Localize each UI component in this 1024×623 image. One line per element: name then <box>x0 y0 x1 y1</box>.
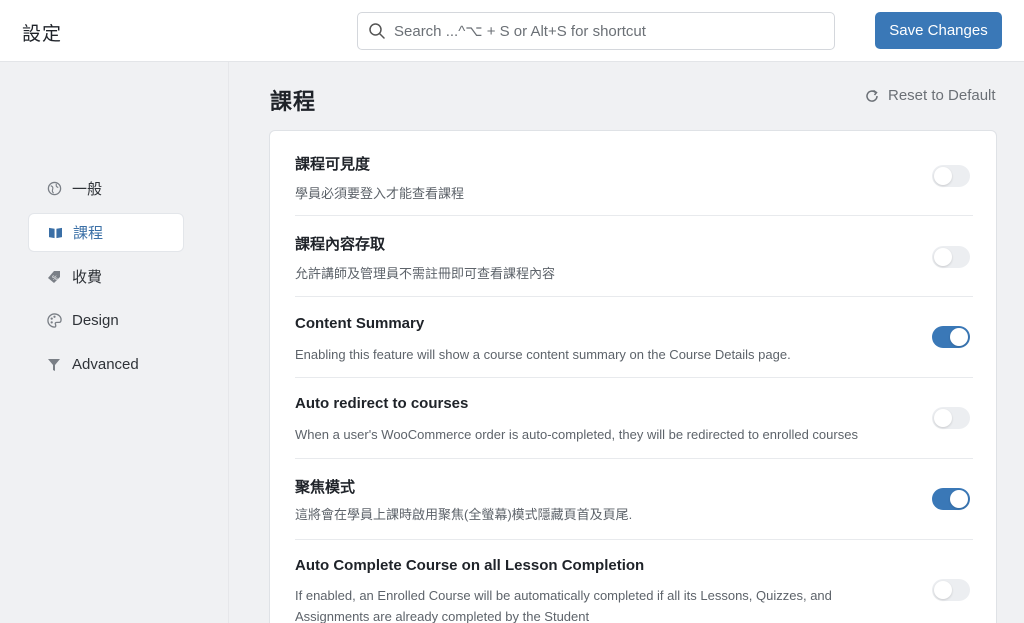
toggle-knob <box>950 490 968 508</box>
setting-label: Auto redirect to courses <box>295 395 469 412</box>
settings-card: 課程可見度 學員必須要登入才能查看課程 課程內容存取 允許講師及管理員不需註冊即… <box>269 130 997 623</box>
sidebar-item-label: Advanced <box>72 356 139 373</box>
course-visibility-toggle[interactable] <box>932 165 970 187</box>
toggle-knob <box>934 581 952 599</box>
reset-label: Reset to Default <box>888 87 996 104</box>
search-icon <box>368 22 386 40</box>
toggle-knob <box>934 409 952 427</box>
setting-label: 課程內容存取 <box>295 236 386 253</box>
setting-row-focus-mode: 聚焦模式 這將會在學員上課時啟用聚焦(全螢幕)模式隱藏頁首及頁尾. <box>295 459 973 540</box>
book-icon <box>47 225 63 241</box>
setting-description: When a user's WooCommerce order is auto-… <box>295 427 858 442</box>
toggle-knob <box>934 248 952 266</box>
toggle-knob <box>950 328 968 346</box>
filter-icon <box>46 357 62 373</box>
svg-text:%: % <box>52 275 58 282</box>
setting-description: 允許講師及管理員不需註冊即可查看課程內容 <box>295 266 556 281</box>
setting-description: 學員必須要登入才能查看課程 <box>295 186 465 201</box>
sidebar-item-general[interactable]: 一般 <box>28 169 184 208</box>
setting-label: Content Summary <box>295 315 425 332</box>
sidebar-item-design[interactable]: Design <box>28 301 184 340</box>
search-input[interactable] <box>394 14 824 48</box>
sidebar: 一般 課程 % 收費 Design Advanced <box>0 62 229 623</box>
sidebar-item-advanced[interactable]: Advanced <box>28 345 184 384</box>
setting-label: Auto Complete Course on all Lesson Compl… <box>295 557 645 574</box>
setting-row-content-summary: Content Summary Enabling this feature wi… <box>295 297 973 378</box>
refresh-icon <box>866 89 878 102</box>
focus-mode-toggle[interactable] <box>932 488 970 510</box>
sidebar-item-label: 一般 <box>72 181 103 198</box>
app-title: 設定 <box>22 24 63 45</box>
setting-description: 這將會在學員上課時啟用聚焦(全螢幕)模式隱藏頁首及頁尾. <box>295 507 633 522</box>
globe-icon <box>46 181 62 197</box>
auto-complete-course-toggle[interactable] <box>932 579 970 601</box>
setting-label: 聚焦模式 <box>295 479 356 496</box>
content-summary-toggle[interactable] <box>932 326 970 348</box>
course-content-access-toggle[interactable] <box>932 246 970 268</box>
sidebar-item-label: 收費 <box>72 269 103 286</box>
palette-icon <box>46 313 62 329</box>
price-tag-icon: % <box>46 269 62 285</box>
setting-row-auto-complete-course: Auto Complete Course on all Lesson Compl… <box>295 540 973 623</box>
setting-row-auto-redirect: Auto redirect to courses When a user's W… <box>295 378 973 459</box>
auto-redirect-toggle[interactable] <box>932 407 970 429</box>
sidebar-item-pricing[interactable]: % 收費 <box>28 257 184 296</box>
reset-to-default-button[interactable]: Reset to Default <box>864 87 996 104</box>
sidebar-item-label: Design <box>72 312 119 329</box>
setting-row-course-visibility: 課程可見度 學員必須要登入才能查看課程 <box>295 131 973 216</box>
save-changes-button[interactable]: Save Changes <box>875 12 1002 49</box>
search-box[interactable] <box>357 12 835 50</box>
setting-description: Enabling this feature will show a course… <box>295 347 791 362</box>
setting-label: 課程可見度 <box>295 156 371 173</box>
setting-row-course-content-access: 課程內容存取 允許講師及管理員不需註冊即可查看課程內容 <box>295 216 973 297</box>
sidebar-item-label: 課程 <box>73 225 104 242</box>
sidebar-item-course[interactable]: 課程 <box>28 213 184 252</box>
page-title: 課程 <box>270 89 317 114</box>
toggle-knob <box>934 167 952 185</box>
top-bar: 設定 Save Changes <box>0 0 1024 62</box>
setting-description: If enabled, an Enrolled Course will be a… <box>295 588 832 623</box>
